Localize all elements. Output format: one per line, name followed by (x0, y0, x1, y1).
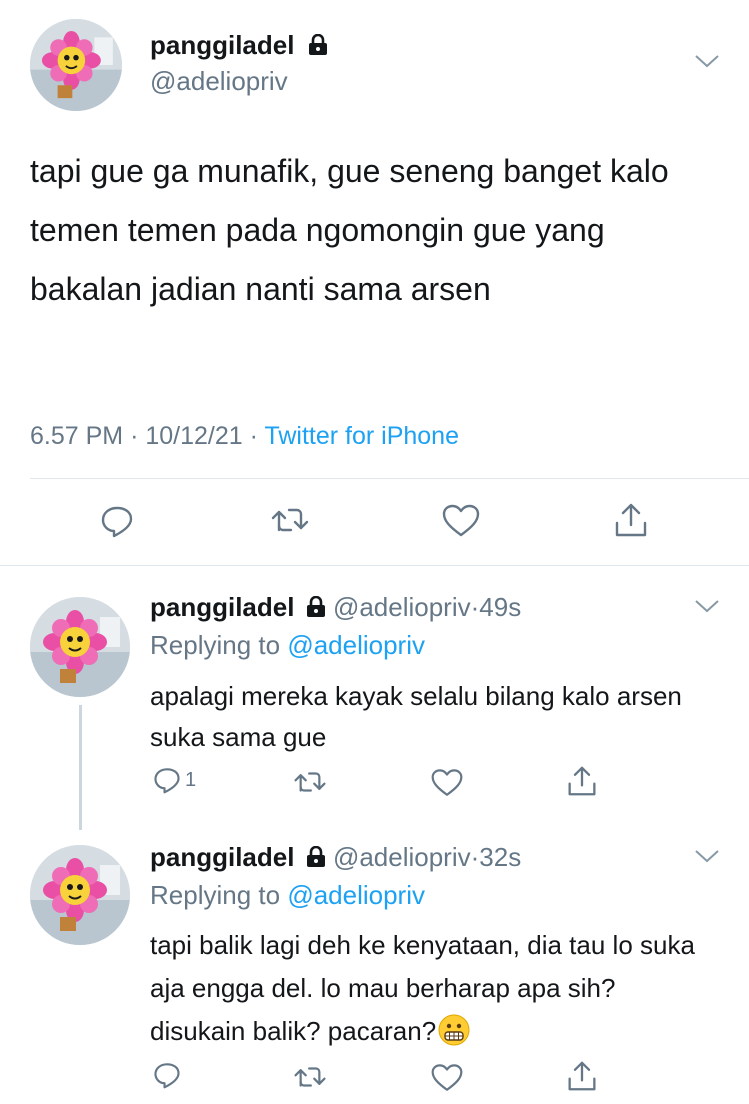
display-name[interactable]: panggiladel (150, 592, 294, 622)
reply-button[interactable] (100, 504, 134, 538)
meta-separator: · (249, 422, 258, 450)
share-button[interactable] (567, 764, 597, 798)
share-button[interactable] (567, 1059, 597, 1093)
lock-icon (306, 593, 326, 625)
reply-count: 1 (185, 768, 197, 791)
tweet-text: tapi balik lagi deh ke kenyataan, dia ta… (150, 930, 695, 1046)
meta-separator: · (130, 422, 139, 450)
share-icon (615, 503, 647, 537)
like-button[interactable] (431, 1063, 463, 1093)
share-button[interactable] (614, 501, 648, 539)
display-name[interactable]: panggiladel (150, 30, 294, 60)
reply-icon (154, 768, 180, 794)
reply-button[interactable] (153, 1061, 185, 1089)
like-button[interactable] (431, 768, 463, 798)
replying-to-handle[interactable]: @adeliopriv (287, 630, 425, 660)
display-name[interactable]: panggiladel (150, 842, 294, 872)
avatar[interactable] (30, 845, 130, 945)
lock-icon (308, 32, 328, 62)
like-button[interactable] (442, 504, 480, 538)
heart-icon (431, 1064, 463, 1091)
user-handle[interactable]: @adeliopriv (333, 842, 471, 872)
avatar-flower-image (30, 845, 130, 945)
chevron-down-icon[interactable] (693, 847, 721, 870)
replying-to-handle[interactable]: @adeliopriv (287, 880, 425, 910)
heart-icon (431, 769, 463, 796)
reply-icon (154, 1063, 180, 1089)
reply-icon (101, 506, 133, 538)
divider (30, 478, 749, 479)
thread-line (79, 705, 82, 830)
avatar[interactable] (30, 597, 130, 697)
heart-icon (442, 504, 480, 537)
reply-button[interactable]: 1 (153, 766, 196, 794)
chevron-down-icon[interactable] (693, 597, 721, 620)
share-icon (568, 1061, 596, 1091)
avatar-flower-image (30, 597, 130, 697)
tweet-text: apalagi mereka kayak selalu bilang kalo … (150, 681, 682, 752)
section-divider (0, 565, 749, 566)
avatar-flower-image (30, 19, 122, 111)
user-handle[interactable]: @adeliopriv (333, 592, 471, 622)
lock-icon (306, 843, 326, 875)
retweet-icon (294, 1067, 326, 1087)
retweet-button[interactable] (293, 768, 327, 796)
retweet-icon (294, 772, 326, 792)
replying-to-label: Replying to (150, 630, 281, 660)
avatar[interactable] (30, 19, 122, 111)
tweet-age: 49s (479, 592, 522, 622)
tweet-age: 32s (479, 842, 522, 872)
retweet-icon (271, 508, 309, 532)
tweet-text: tapi gue ga munafik, gue seneng banget k… (30, 153, 669, 307)
tweet-source-link[interactable]: Twitter for iPhone (264, 422, 459, 450)
replying-to-label: Replying to (150, 880, 281, 910)
user-handle[interactable]: @adeliopriv (150, 66, 288, 97)
share-icon (568, 766, 596, 796)
tweet-time: 6.57 PM (30, 422, 124, 450)
tweet-date: 10/12/21 (145, 422, 243, 450)
retweet-button[interactable] (270, 504, 310, 536)
retweet-button[interactable] (293, 1063, 327, 1091)
chevron-down-icon[interactable] (693, 52, 721, 75)
grimacing-face-emoji (438, 1014, 470, 1059)
